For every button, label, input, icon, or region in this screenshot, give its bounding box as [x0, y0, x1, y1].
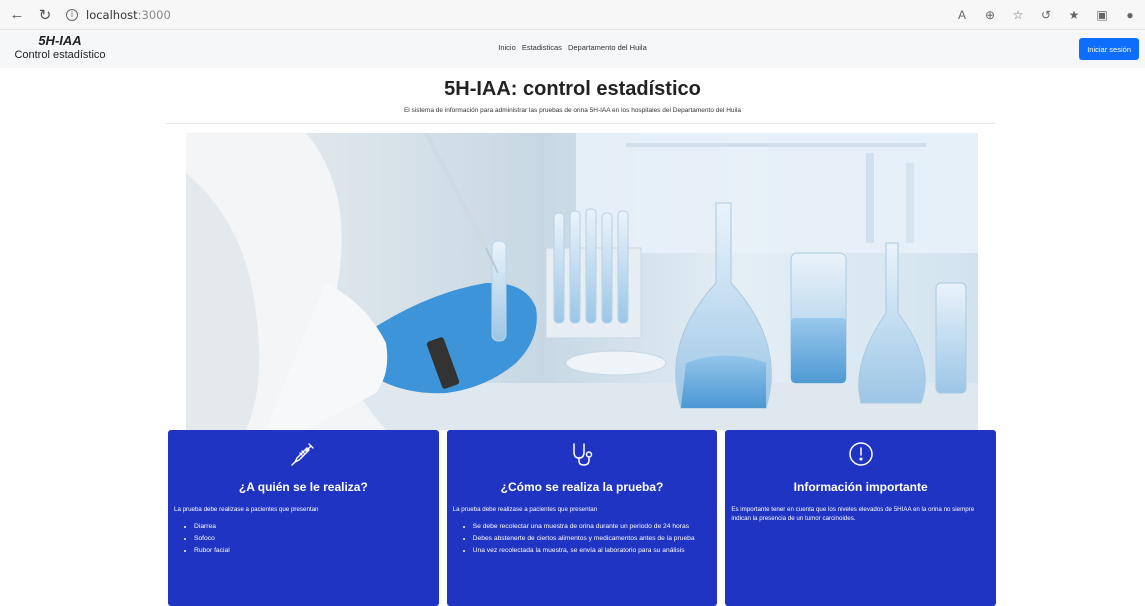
page-title: 5H-IAA: control estadístico	[444, 78, 701, 100]
reload-icon[interactable]: ↻	[34, 4, 56, 26]
card-title: ¿Cómo se realiza la prueba?	[500, 480, 664, 494]
profile-icon[interactable]: ●	[1123, 8, 1137, 22]
main-nav: Inicio Estadisticas Departamento del Hui…	[0, 43, 1145, 52]
list-item: Se debe recolectar una muestra de orina …	[473, 521, 712, 532]
stethoscope-icon	[573, 443, 593, 466]
list-item: Rubor facial	[194, 545, 433, 556]
login-button[interactable]: Iniciar sesión	[1079, 38, 1139, 60]
card-intro: La prueba debe realizase a pacientes que…	[174, 506, 319, 513]
card-intro: La prueba debe realizase a pacientes que…	[452, 506, 598, 513]
collections-icon[interactable]: ▣	[1095, 8, 1109, 22]
back-icon[interactable]: ←	[6, 4, 28, 26]
card-how: ¿Cómo se realiza la prueba? La prueba de…	[446, 430, 718, 606]
divider	[166, 123, 996, 124]
card-title: Información importante	[793, 480, 928, 494]
favorites-icon[interactable]: ★	[1067, 8, 1081, 22]
list-item: Diarrea	[194, 521, 433, 532]
favorite-add-icon[interactable]: ☆	[1011, 8, 1025, 22]
read-aloud-icon[interactable]: A	[955, 8, 969, 22]
browser-toolbar: ← ↻ i localhost:3000 A ⊕ ☆ ↺ ★ ▣ ●	[0, 0, 1145, 30]
refresh-page-icon[interactable]: ↺	[1039, 8, 1053, 22]
page-description: El sistema de información para administr…	[403, 107, 742, 114]
exclamation-circle-icon	[848, 442, 873, 466]
info-cards: ¿A quién se le realiza? La prueba debe r…	[168, 430, 997, 606]
site-info-icon[interactable]: i	[66, 8, 78, 21]
syringe-icon	[291, 443, 315, 466]
card-who: ¿A quién se le realiza? La prueba debe r…	[168, 430, 439, 606]
list-item: Debes abstenerte de ciertos alimentos y …	[473, 533, 712, 544]
steps-list: Se debe recolectar una muestra de orina …	[453, 521, 712, 556]
card-title: ¿A quién se le realiza?	[238, 480, 368, 494]
browser-actions: A ⊕ ☆ ↺ ★ ▣ ●	[955, 0, 1137, 30]
card-intro: Es importante tener en cuenta que los ni…	[731, 506, 975, 522]
list-item: Una vez recolectada la muestra, se envía…	[473, 545, 712, 556]
nav-link-estadisticas[interactable]: Estadisticas	[522, 43, 562, 52]
nav-link-departamento[interactable]: Departamento del Huila	[568, 43, 647, 52]
card-important: Información importante Es importante ten…	[725, 430, 997, 606]
url-port: :3000	[137, 7, 171, 22]
list-item: Sofoco	[194, 533, 433, 544]
site-header: 5H-IAA Control estadístico Inicio Estadi…	[0, 30, 1145, 68]
symptom-list: Diarrea Sofoco Rubor facial	[174, 521, 433, 556]
nav-link-inicio[interactable]: Inicio	[498, 43, 516, 52]
address-bar[interactable]: i localhost:3000	[66, 4, 926, 26]
zoom-icon[interactable]: ⊕	[983, 8, 997, 22]
url-host: localhost	[86, 7, 138, 22]
laboratory-hero-image	[186, 133, 978, 430]
